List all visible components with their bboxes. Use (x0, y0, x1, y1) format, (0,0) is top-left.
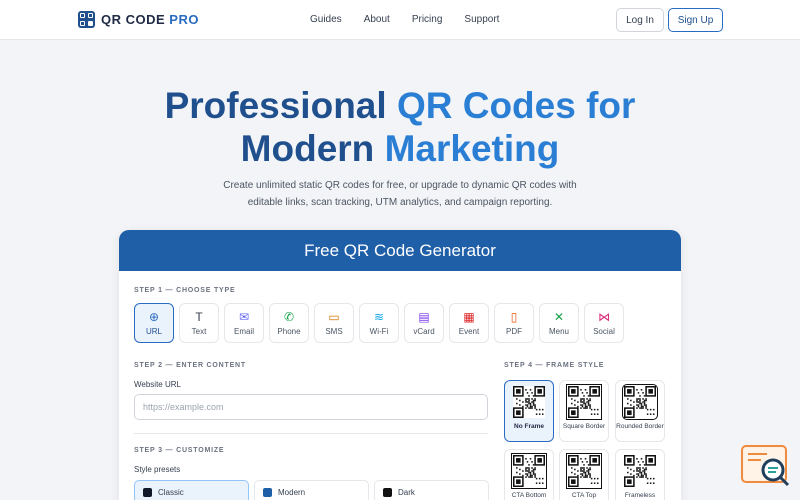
logo-text: QR CODE PRO (101, 12, 199, 27)
type-label: Social (593, 326, 615, 336)
qr-preview-icon (566, 453, 602, 489)
style-presets-label: Style presets (134, 465, 181, 474)
email-icon: ✉ (238, 309, 250, 324)
type-label: Text (191, 326, 207, 336)
type-label: Email (233, 326, 254, 336)
qr-logo-icon (78, 11, 95, 28)
nav-link-about[interactable]: About (364, 14, 390, 25)
signup-button[interactable]: Sign Up (668, 8, 723, 32)
url-field-label: Website URL (134, 380, 181, 389)
type-label: Event (458, 326, 480, 336)
type-label: vCard (413, 326, 435, 336)
frame-cta-bottom[interactable]: CTA Bottom (504, 449, 554, 500)
wifi-icon: ≋ (373, 309, 385, 324)
url-input[interactable] (134, 394, 488, 420)
generator-title: Free QR Code Generator (119, 230, 681, 271)
pdf-icon: ▯ (510, 309, 518, 324)
type-social[interactable]: ⋈ Social (584, 303, 624, 343)
nav-link-guides[interactable]: Guides (310, 14, 342, 25)
qr-preview-icon (513, 386, 545, 418)
type-menu[interactable]: ✕ Menu (539, 303, 579, 343)
type-label: Wi-Fi (369, 326, 389, 336)
swatch-icon (143, 487, 152, 497)
type-pdf[interactable]: ▯ PDF (494, 303, 534, 343)
type-label: Phone (277, 326, 301, 336)
type-wifi[interactable]: ≋ Wi-Fi (359, 303, 399, 343)
frame-square-border[interactable]: Square Border (559, 380, 609, 442)
login-button[interactable]: Log In (616, 8, 664, 32)
top-nav: QR CODE PRO Guides About Pricing Support… (0, 0, 800, 40)
frame-label: CTA Top (571, 492, 597, 499)
preset-classic[interactable]: Classic (134, 480, 249, 500)
frame-label: Frameless (624, 492, 656, 499)
share-icon: ⋈ (598, 309, 610, 324)
type-vcard[interactable]: ▤ vCard (404, 303, 444, 343)
nav-links: Guides About Pricing Support (310, 14, 499, 25)
help-widget-icon[interactable] (739, 444, 791, 490)
type-email[interactable]: ✉ Email (224, 303, 264, 343)
preset-dark[interactable]: Dark (374, 480, 489, 500)
qr-preview-icon (624, 455, 656, 487)
hero-subtitle: Create unlimited static QR codes for fre… (223, 180, 577, 208)
type-text[interactable]: T Text (179, 303, 219, 343)
hero-title: Professional QR Codes for Modern Marketi… (164, 85, 636, 169)
type-label: Menu (548, 326, 569, 336)
step3-label: STEP 3 — CUSTOMIZE (134, 447, 225, 454)
divider (134, 433, 488, 434)
sms-icon: ▭ (328, 309, 340, 324)
type-label: PDF (506, 326, 522, 336)
type-phone[interactable]: ✆ Phone (269, 303, 309, 343)
logo[interactable]: QR CODE PRO (78, 11, 199, 28)
type-selector: ⊕ URL T Text ✉ Email ✆ Phone ▭ SMS ≋ Wi-Fi ▤ vCard ▦ Ev… (134, 303, 624, 343)
qr-preview-icon (622, 384, 658, 420)
phone-icon: ✆ (283, 309, 295, 324)
type-event[interactable]: ▦ Event (449, 303, 489, 343)
frame-label: Rounded Border (616, 423, 664, 430)
frame-label: CTA Bottom (511, 492, 547, 499)
type-label: URL (145, 326, 162, 336)
nav-link-support[interactable]: Support (464, 14, 499, 25)
preset-label: Modern (278, 487, 306, 497)
step4-label: STEP 4 — FRAME STYLE (504, 362, 605, 369)
globe-icon: ⊕ (148, 309, 160, 324)
frame-rounded-border[interactable]: Rounded Border (615, 380, 665, 442)
step2-label: STEP 2 — ENTER CONTENT (134, 362, 246, 369)
type-url[interactable]: ⊕ URL (134, 303, 174, 343)
menu-utensils-icon: ✕ (553, 309, 565, 324)
preset-label: Classic (158, 487, 184, 497)
frame-label: No Frame (514, 423, 544, 430)
type-label: SMS (325, 326, 343, 336)
preset-modern[interactable]: Modern (254, 480, 369, 500)
preset-label: Dark (398, 487, 415, 497)
swatch-icon (383, 487, 392, 497)
qr-preview-icon (566, 384, 602, 420)
nav-link-pricing[interactable]: Pricing (412, 14, 443, 25)
step1-label: STEP 1 — CHOOSE TYPE (134, 287, 236, 294)
swatch-icon (263, 487, 272, 497)
frame-no-frame[interactable]: No Frame (504, 380, 554, 442)
frame-label: Square Border (562, 423, 606, 430)
calendar-icon: ▦ (463, 309, 475, 324)
qr-preview-icon (511, 453, 547, 489)
frame-cta-top[interactable]: CTA Top (559, 449, 609, 500)
generator-card: Free QR Code Generator STEP 1 — CHOOSE T… (119, 230, 681, 500)
frame-frameless[interactable]: Frameless (615, 449, 665, 500)
type-sms[interactable]: ▭ SMS (314, 303, 354, 343)
text-icon: T (195, 309, 203, 324)
vcard-icon: ▤ (418, 309, 430, 324)
